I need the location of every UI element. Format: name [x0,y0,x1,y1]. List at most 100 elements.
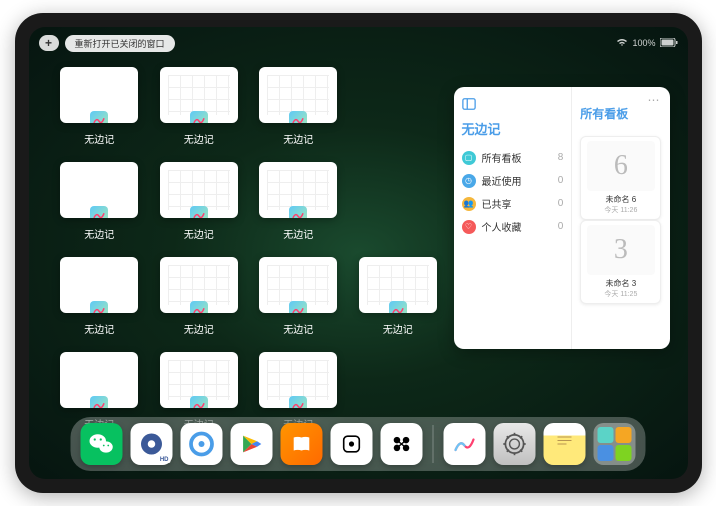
app-thumbnail [60,162,138,218]
sidebar-item-icon: ♡ [462,220,476,234]
sidebar-item-label: 最近使用 [482,173,522,188]
app-window-tile[interactable]: 无边记 [258,257,340,336]
battery-icon [660,38,678,49]
add-window-button[interactable]: + [39,35,59,51]
app-thumbnail [259,257,337,313]
app-label: 无边记 [283,226,313,241]
panel-right: 所有看板 6 未命名 6今天 11:26 3 未命名 3今天 11:25 [572,87,669,349]
board-card[interactable]: 6 未命名 6今天 11:26 [580,136,661,220]
dock-app-wechat[interactable] [81,423,123,465]
sidebar-item-icon: ▢ [462,151,476,165]
freeform-app-icon [289,301,307,313]
status-icons: 100% [616,38,677,49]
app-thumbnail [359,257,437,313]
app-thumbnail [259,352,337,408]
dock: HD [71,417,646,471]
sidebar-toggle-icon[interactable] [462,97,476,111]
app-thumbnail [160,162,238,218]
freeform-app-icon [90,301,108,313]
app-label: 无边记 [383,321,413,336]
app-window-tile[interactable]: 无边记 [258,162,340,241]
app-window-tile[interactable]: 无边记 [59,67,141,146]
panel-title: 无边记 [462,119,564,138]
app-window-tile[interactable]: 无边记 [158,67,240,146]
dock-app-dice[interactable] [331,423,373,465]
app-thumbnail [160,257,238,313]
dock-divider [433,425,434,463]
sidebar-item-label: 已共享 [482,196,512,211]
sidebar-item[interactable]: ◷ 最近使用 0 [462,169,564,192]
app-window-tile[interactable]: 无边记 [59,257,141,336]
app-switcher-grid: 无边记无边记无边记无边记无边记无边记无边记无边记无边记无边记无边记无边记无边记 [59,67,439,431]
app-thumbnail [160,67,238,123]
freeform-app-icon [190,111,208,123]
app-thumbnail [259,162,337,218]
board-time: 今天 11:26 [604,205,637,215]
app-thumbnail [160,352,238,408]
app-thumbnail [60,67,138,123]
app-window-tile[interactable]: 无边记 [59,162,141,241]
sidebar-item-count: 0 [558,198,564,209]
app-thumbnail [60,352,138,408]
board-name: 未命名 6 [606,194,637,205]
dock-app-books[interactable] [281,423,323,465]
app-thumbnail [259,67,337,123]
board-name: 未命名 3 [606,278,637,289]
dock-recent-freeform[interactable] [444,423,486,465]
sidebar-item-count: 8 [558,152,564,163]
app-window-tile[interactable]: 无边记 [357,257,439,336]
app-window-tile[interactable]: 无边记 [258,67,340,146]
app-label: 无边记 [184,226,214,241]
top-bar: + 重新打开已关闭的窗口 100% [39,33,678,53]
sidebar-item-icon: 👥 [462,197,476,211]
app-label: 无边记 [283,131,313,146]
freeform-app-icon [90,206,108,218]
board-time: 今天 11:25 [604,289,637,299]
sidebar-item[interactable]: ▢ 所有看板 8 [462,146,564,169]
board-preview: 3 [587,225,655,275]
board-card[interactable]: 3 未命名 3今天 11:25 [580,220,661,304]
panel-right-title: 所有看板 [580,105,661,122]
battery-text: 100% [632,38,655,48]
reopen-window-button[interactable]: 重新打开已关闭的窗口 [65,35,175,52]
app-label: 无边记 [184,131,214,146]
board-preview: 6 [587,141,655,191]
sidebar-item-count: 0 [558,175,564,186]
wifi-icon [616,38,628,49]
freeform-app-icon [190,301,208,313]
freeform-app-icon [289,206,307,218]
ipad-frame: + 重新打开已关闭的窗口 100% 无边记无边记无边记无边记无边记无边记无边记无… [15,13,702,493]
freeform-app-icon [289,111,307,123]
app-window-tile[interactable]: 无边记 [158,162,240,241]
freeform-app-icon [190,206,208,218]
dock-recent-notes[interactable] [544,423,586,465]
freeform-app-icon [389,301,407,313]
dock-app-quark[interactable]: HD [131,423,173,465]
sidebar-item-count: 0 [558,221,564,232]
dock-app-game[interactable] [381,423,423,465]
sidebar-item-label: 个人收藏 [482,219,522,234]
sidebar-item-icon: ◷ [462,174,476,188]
panel-left: 无边记 ▢ 所有看板 8 ◷ 最近使用 0 👥 已共享 0 ♡ 个人收藏 0 [454,87,573,349]
app-window-tile[interactable]: 无边记 [158,257,240,336]
app-label: 无边记 [283,321,313,336]
dock-app-qq-browser[interactable] [181,423,223,465]
app-label: 无边记 [84,131,114,146]
app-label: 无边记 [184,321,214,336]
more-icon[interactable]: ⋯ [648,93,662,107]
sidebar-item[interactable]: 👥 已共享 0 [462,192,564,215]
sidebar-item[interactable]: ♡ 个人收藏 0 [462,215,564,238]
dock-app-library[interactable] [594,423,636,465]
app-label: 无边记 [84,321,114,336]
dock-app-play[interactable] [231,423,273,465]
freeform-app-icon [90,111,108,123]
dock-recent-settings[interactable] [494,423,536,465]
sidebar-item-label: 所有看板 [482,150,522,165]
freeform-app-icon [190,396,208,408]
app-label: 无边记 [84,226,114,241]
freeform-panel[interactable]: ⋯ 无边记 ▢ 所有看板 8 ◷ 最近使用 0 👥 已共享 0 ♡ 个人收藏 0 所有看板 6 未命名 … [454,87,670,349]
freeform-app-icon [90,396,108,408]
app-thumbnail [60,257,138,313]
freeform-app-icon [289,396,307,408]
ipad-screen: + 重新打开已关闭的窗口 100% 无边记无边记无边记无边记无边记无边记无边记无… [29,27,688,479]
